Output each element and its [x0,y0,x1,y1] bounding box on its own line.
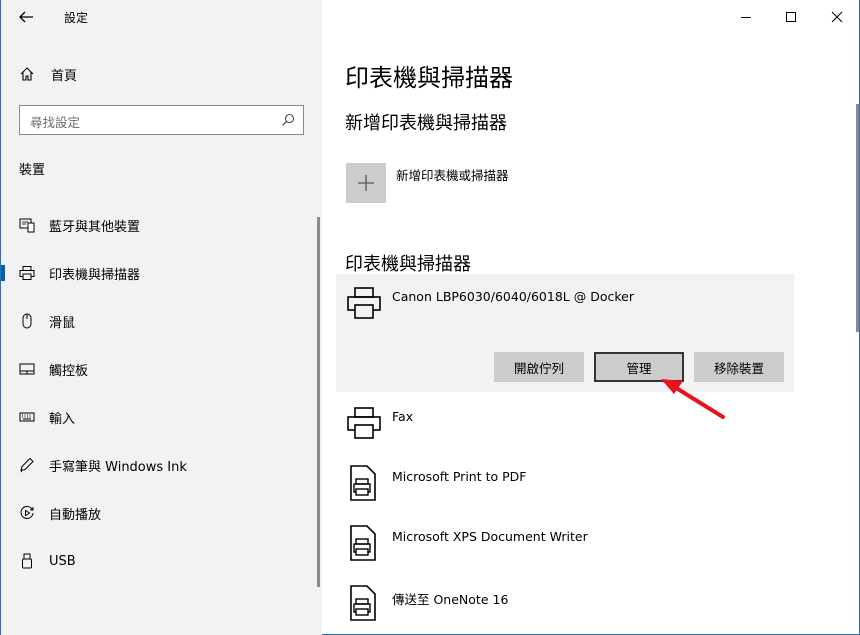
usb-icon [22,553,32,569]
add-section-title: 新增印表機與掃描器 [345,113,507,134]
document-printer-icon [350,525,376,561]
sidebar-item-label: 輸入 [49,411,76,427]
mouse-icon [22,313,32,329]
printer-name: Fax [392,409,414,424]
printer-list-item[interactable]: 傳送至 OneNote 16 [346,585,796,633]
printer-icon [347,287,381,319]
main-scrollbar[interactable] [856,104,859,332]
printer-list-item[interactable]: Microsoft Print to PDF [346,465,796,513]
sidebar-item-printers[interactable]: 印表機與掃描器 [1,253,311,293]
sidebar-item-label: 印表機與掃描器 [49,267,141,283]
sidebar-item-usb[interactable]: USB [1,541,311,581]
sidebar-item-label: USB [49,553,76,569]
sidebar-item-pen[interactable]: 手寫筆與 Windows Ink [1,445,311,485]
home-label: 首頁 [51,68,78,84]
search-input[interactable]: 尋找設定 [19,105,304,135]
sidebar-item-label: 手寫筆與 Windows Ink [49,459,187,475]
printer-list-item[interactable]: Fax [346,405,796,453]
sidebar-item-label: 觸控板 [49,363,89,379]
keyboard-icon [19,412,35,422]
sidebar-item-autoplay[interactable]: 自動播放 [1,493,311,533]
plus-icon [358,175,374,191]
fax-printer-icon [347,407,381,439]
home-icon [20,67,34,81]
printer-list-item-selected[interactable]: Canon LBP6030/6040/6018L @ Docker [346,285,796,333]
sidebar: 設定 首頁 尋找設定 裝置 藍牙與其他裝置 印表機與掃描器 滑鼠 觸控板 輸入 … [1,0,322,635]
bluetooth-devices-icon [19,218,35,233]
home-link[interactable]: 首頁 [19,65,78,84]
printer-name: 傳送至 OneNote 16 [392,592,509,607]
app-title: 設定 [64,11,89,25]
document-printer-icon [350,465,376,501]
settings-window: 設定 首頁 尋找設定 裝置 藍牙與其他裝置 印表機與掃描器 滑鼠 觸控板 輸入 … [0,0,860,635]
printer-icon [19,266,35,280]
minimize-icon[interactable] [738,9,754,25]
sidebar-item-label: 滑鼠 [49,315,76,331]
pen-icon [20,457,34,473]
search-icon[interactable] [281,113,295,127]
sidebar-item-typing[interactable]: 輸入 [1,397,311,437]
printer-name: Microsoft Print to PDF [392,469,527,484]
back-arrow-icon[interactable] [17,8,35,26]
open-queue-button[interactable]: 開啟佇列 [494,352,584,382]
document-printer-icon [350,585,376,621]
search-placeholder: 尋找設定 [30,115,81,130]
touchpad-icon [19,363,35,375]
sidebar-item-bluetooth[interactable]: 藍牙與其他裝置 [1,205,311,245]
add-printer-label[interactable]: 新增印表機或掃描器 [396,165,509,184]
maximize-icon[interactable] [783,9,799,25]
printer-name: Canon LBP6030/6040/6018L @ Docker [392,289,634,304]
page-title: 印表機與掃描器 [345,64,513,92]
autoplay-icon [20,506,34,519]
sidebar-item-touchpad[interactable]: 觸控板 [1,349,311,389]
printer-name: Microsoft XPS Document Writer [392,529,588,544]
sidebar-item-label: 藍牙與其他裝置 [49,219,141,235]
sidebar-item-mouse[interactable]: 滑鼠 [1,301,311,341]
sidebar-scrollbar[interactable] [317,217,320,587]
printers-section-title: 印表機與掃描器 [345,254,471,275]
close-icon[interactable] [829,9,845,25]
section-heading: 裝置 [19,163,46,178]
printer-list-item[interactable]: Microsoft XPS Document Writer [346,525,796,573]
sidebar-item-label: 自動播放 [49,507,102,523]
add-printer-button[interactable] [346,163,386,203]
